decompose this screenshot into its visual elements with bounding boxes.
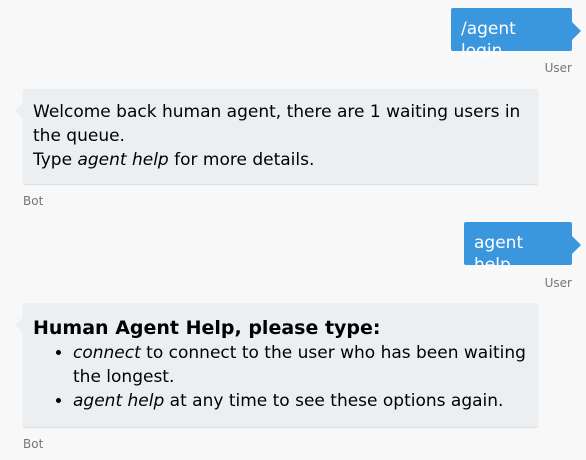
bot-command-em: agent help	[77, 150, 169, 170]
help-options-list: connect to connect to the user who has b…	[33, 341, 528, 413]
user-message-bubble[interactable]: /agent login	[451, 8, 581, 61]
bot-message-bubble[interactable]: Welcome back human agent, there are 1 wa…	[15, 89, 538, 184]
help-command-em: connect	[73, 343, 141, 363]
bot-welcome-text: Welcome back human agent, there are 1 wa…	[33, 102, 521, 146]
user-message-text: /agent login	[461, 19, 516, 61]
user-message-text: agent help	[474, 233, 524, 275]
help-command-em: agent help	[73, 391, 165, 411]
chat-transcript: /agent login User Welcome back human age…	[0, 0, 586, 460]
sender-label-user: User	[544, 61, 572, 75]
list-item: agent help at any time to see these opti…	[73, 389, 528, 413]
sender-label-bot: Bot	[23, 194, 44, 208]
sender-label-user: User	[544, 276, 572, 290]
user-message-bubble[interactable]: agent help	[464, 222, 581, 275]
bot-type-prefix: Type	[33, 150, 78, 170]
sender-label-bot: Bot	[23, 437, 44, 451]
list-item: connect to connect to the user who has b…	[73, 341, 528, 389]
help-command-desc: to connect to the user who has been wait…	[73, 343, 526, 387]
bot-type-suffix: for more details.	[168, 150, 315, 170]
help-command-desc: at any time to see these options again.	[164, 391, 504, 411]
help-heading: Human Agent Help, please type:	[33, 317, 381, 339]
bot-message-bubble[interactable]: Human Agent Help, please type: connect t…	[15, 303, 538, 427]
bot-message-text: Welcome back human agent, there are 1 wa…	[33, 100, 528, 172]
